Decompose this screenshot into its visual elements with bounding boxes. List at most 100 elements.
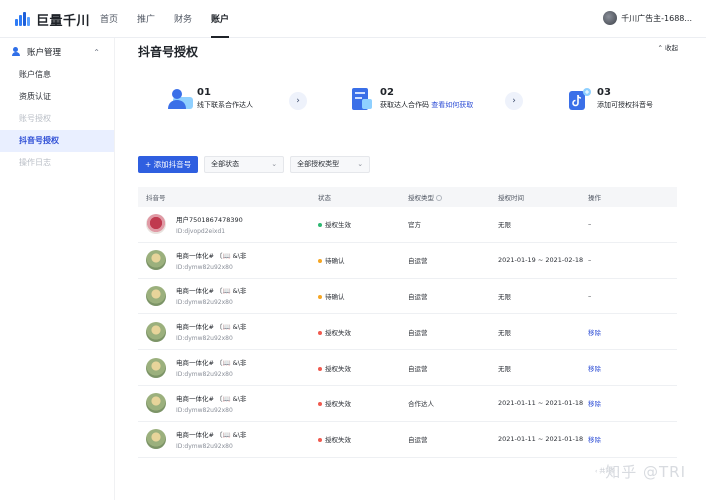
nav-item[interactable]: 首页 xyxy=(100,0,118,38)
status-cell: 授权失效 xyxy=(318,398,408,408)
person-card-icon xyxy=(168,89,193,109)
col-header-account: 抖音号 xyxy=(146,194,166,202)
sidebar-group-label: 账户管理 xyxy=(27,48,62,58)
time-cell: 无限 xyxy=(498,328,511,337)
action-placeholder: – xyxy=(588,291,592,300)
account-name: 用户7501867478390 xyxy=(176,215,243,224)
type-cell: 自运营 xyxy=(408,436,428,445)
sidebar: 账户管理 ⌃ 账户信息 资质认证 账号授权 抖音号授权 操作日志 xyxy=(0,38,115,500)
status-filter-select[interactable]: 全部状态 ⌄ xyxy=(204,155,285,173)
main-nav: 首页 推广 财务 账户 xyxy=(100,0,248,38)
douyin-add-icon xyxy=(569,88,591,110)
remove-link[interactable]: 移除 xyxy=(588,400,601,408)
status-text: 待确认 xyxy=(325,292,345,301)
account-name: 电商一体化# 〔📖 &\非 xyxy=(176,359,247,368)
nav-item[interactable]: 财务 xyxy=(174,0,192,38)
action-placeholder: – xyxy=(588,256,592,265)
status-cell: 授权失效 xyxy=(318,363,408,373)
status-cell: 授权失效 xyxy=(318,327,408,337)
avatar xyxy=(146,321,166,342)
type-cell: 自运营 xyxy=(408,364,428,373)
account-info: 电商一体化# 〔📖 &\非 ID:dymw82u92x80 xyxy=(176,285,246,306)
avatar xyxy=(146,250,166,271)
type-cell: 合作达人 xyxy=(408,400,434,409)
col-header-type-label: 授权类型 xyxy=(408,194,434,202)
table-header: 抖音号 状态 授权类型 授权时间 操作 xyxy=(138,187,677,207)
step-1-text: 线下联系合作达人 xyxy=(197,101,253,109)
account-menu[interactable]: 千川广告主-1688... xyxy=(603,11,692,25)
main-content: 抖音号授权 ⌃ 收起 01 线下联系合作达人 › 02 获取达人合作码 查看如何… xyxy=(115,38,706,500)
status-cell: 授权失效 xyxy=(318,434,408,444)
account-cell: 电商一体化# 〔📖 &\非 ID:dymw82u92x80 xyxy=(138,285,318,306)
status-text: 授权生效 xyxy=(325,221,351,230)
type-cell: 自运营 xyxy=(408,292,428,301)
logo-bars-icon xyxy=(14,10,32,28)
sidebar-item[interactable]: 账户信息 xyxy=(0,64,114,86)
account-cell: 电商一体化# 〔📖 &\非 ID:dymw82u92x80 xyxy=(138,429,318,450)
table-row: 用户7501867478390 ID:djvopd2eixd1 授权生效 官方 无限 – xyxy=(138,207,677,243)
account-info: 电商一体化# 〔📖 &\非 ID:dymw82u92x80 xyxy=(176,357,246,378)
logo[interactable]: 巨量千川 xyxy=(14,10,91,29)
time-cell: 2021-01-19 ~ 2021-02-18 xyxy=(498,256,584,265)
time-cell: 无限 xyxy=(498,292,511,301)
avatar xyxy=(146,393,166,414)
avatar xyxy=(146,429,166,450)
account-info: 电商一体化# 〔📖 &\非 ID:dymw82u92x80 xyxy=(176,393,246,414)
step-3-number: 03 xyxy=(597,87,611,98)
remove-link[interactable]: 移除 xyxy=(588,329,601,337)
account-info: 电商一体化# 〔📖 &\非 ID:dymw82u92x80 xyxy=(176,321,246,342)
status-cell: 待确认 xyxy=(318,255,408,265)
account-name: 电商一体化# 〔📖 &\非 xyxy=(176,394,247,403)
watermark-text: 知乎 @TRI xyxy=(605,463,686,481)
account-name: 电商一体化# 〔📖 &\非 xyxy=(176,430,247,439)
action-cell: 移除 xyxy=(588,434,677,444)
sidebar-item[interactable]: 抖音号授权 xyxy=(0,130,114,152)
info-icon[interactable] xyxy=(436,195,442,201)
account-cell: 用户7501867478390 ID:djvopd2eixd1 xyxy=(138,214,318,235)
chevron-up-icon: ⌃ xyxy=(93,47,100,57)
time-cell: 2021-01-11 ~ 2021-01-18 xyxy=(498,435,584,444)
add-douyin-account-button[interactable]: + 添加抖音号 xyxy=(138,155,199,173)
step-2-label: 获取达人合作码 xyxy=(380,101,429,109)
double-chevron-up-icon: ⌃ xyxy=(657,44,663,52)
account-id: ID:dymw82u92x80 xyxy=(176,442,233,450)
status-dot xyxy=(318,330,322,335)
sidebar-item: 操作日志 xyxy=(19,158,51,167)
action-cell: 移除 xyxy=(588,398,677,408)
account-id: ID:dymw82u92x80 xyxy=(176,371,233,379)
col-header-time: 授权时间 xyxy=(498,194,524,202)
nav-item[interactable]: 推广 xyxy=(137,0,155,38)
filter-toolbar: + 添加抖音号 全部状态 ⌄ 全部授权类型 ⌄ xyxy=(138,155,376,173)
table-row: 电商一体化# 〔📖 &\非 ID:dymw82u92x80 授权失效 自运营 无限 移除 xyxy=(138,314,677,351)
status-filter-value: 全部状态 xyxy=(211,159,240,168)
authorization-table: 抖音号 状态 授权类型 授权时间 操作 用户7501867478390 ID:dj… xyxy=(138,187,677,458)
table-row: 电商一体化# 〔📖 &\非 ID:dymw82u92x80 授权失效 自运营 2021-… xyxy=(138,422,677,458)
remove-link[interactable]: 移除 xyxy=(588,365,601,373)
sidebar-items: 账户信息 资质认证 账号授权 抖音号授权 操作日志 xyxy=(0,64,114,174)
account-id: ID:dymw82u92x80 xyxy=(176,263,233,271)
nav-item[interactable]: 账户 xyxy=(211,0,230,38)
table-row: 电商一体化# 〔📖 &\非 ID:dymw82u92x80 待确认 自运营 无限 – xyxy=(138,279,677,315)
account-id: ID:djvopd2eixd1 xyxy=(176,227,226,235)
logo-text: 巨量千川 xyxy=(36,13,91,29)
status-dot xyxy=(318,259,322,264)
user-group-icon xyxy=(12,47,22,57)
account-id: ID:dymw82u92x80 xyxy=(176,406,233,414)
how-to-get-link[interactable]: 查看如何获取 xyxy=(431,101,473,109)
account-name: 电商一体化# 〔📖 &\非 xyxy=(176,287,247,296)
status-dot xyxy=(318,438,322,443)
collapse-button[interactable]: ⌃ 收起 xyxy=(657,42,678,52)
type-filter-select[interactable]: 全部授权类型 ⌄ xyxy=(290,155,371,173)
status-dot xyxy=(318,366,322,371)
account-info: 用户7501867478390 ID:djvopd2eixd1 xyxy=(176,214,243,235)
step-arrow-2: › xyxy=(505,92,523,110)
sidebar-group-account-management[interactable]: 账户管理 ⌃ xyxy=(0,40,114,64)
action-placeholder: – xyxy=(588,220,592,229)
account-cell: 电商一体化# 〔📖 &\非 ID:dymw82u92x80 xyxy=(138,357,318,378)
sidebar-item[interactable]: 资质认证 xyxy=(0,86,114,108)
account-cell: 电商一体化# 〔📖 &\非 ID:dymw82u92x80 xyxy=(138,321,318,342)
remove-link[interactable]: 移除 xyxy=(588,436,601,444)
status-cell: 待确认 xyxy=(318,291,408,301)
action-cell: 移除 xyxy=(588,327,677,337)
account-name: 电商一体化# 〔📖 &\非 xyxy=(176,251,247,260)
